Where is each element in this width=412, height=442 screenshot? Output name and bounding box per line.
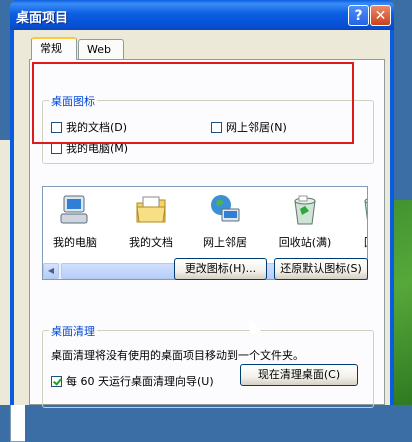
my-documents-icon: [136, 196, 166, 223]
tab-web[interactable]: Web: [78, 39, 124, 59]
checkbox-box[interactable]: [51, 375, 62, 387]
title-bar[interactable]: 桌面项目 ? ✕: [10, 0, 394, 30]
list-item[interactable]: 我的文档: [119, 193, 183, 250]
cleanup-description: 桌面清理将没有使用的桌面项目移动到一个文件夹。: [51, 349, 304, 362]
list-item[interactable]: 我的电脑: [43, 193, 107, 250]
list-item-label: 网上邻居: [203, 236, 247, 249]
window-title: 桌面项目: [16, 11, 69, 26]
desktop-cleanup-legend: 桌面清理: [49, 323, 97, 339]
scroll-left-arrow-icon[interactable]: ◀: [43, 263, 59, 279]
network-places-icon: [211, 195, 240, 222]
list-item[interactable]: 回收站(满): [273, 193, 337, 250]
list-item-label: 回收站(满): [278, 236, 332, 249]
clean-desktop-now-button[interactable]: 现在清理桌面(C): [240, 364, 358, 386]
change-icon-button[interactable]: 更改图标(H)...: [174, 258, 267, 280]
list-item[interactable]: 网上邻居: [193, 193, 257, 250]
tab-general[interactable]: 常规: [31, 37, 77, 60]
list-item-label: 回收: [343, 234, 367, 250]
checkbox-run-cleanup-wizard[interactable]: 每 60 天运行桌面清理向导(U): [51, 373, 214, 389]
close-button[interactable]: ✕: [370, 5, 391, 26]
list-item[interactable]: 回收: [343, 193, 367, 250]
help-button[interactable]: ?: [348, 5, 369, 26]
recycle-bin-full-icon: [294, 195, 316, 225]
list-item-label: 我的电脑: [53, 236, 97, 249]
desktop-items-dialog: 桌面项目 ? ✕ 常规 Web 桌面图标 我的文档(D) 网上邻居(N) 我的电…: [10, 0, 394, 408]
checkbox-label: 每 60 天运行桌面清理向导(U): [66, 375, 214, 388]
my-computer-icon: [60, 195, 88, 224]
list-item-label: 我的文档: [129, 236, 173, 249]
highlight-box: [32, 62, 354, 144]
restore-default-icon-button[interactable]: 还原默认图标(S): [274, 258, 368, 280]
checkbox-box[interactable]: [51, 142, 62, 154]
recycle-bin-empty-icon: [364, 198, 367, 221]
